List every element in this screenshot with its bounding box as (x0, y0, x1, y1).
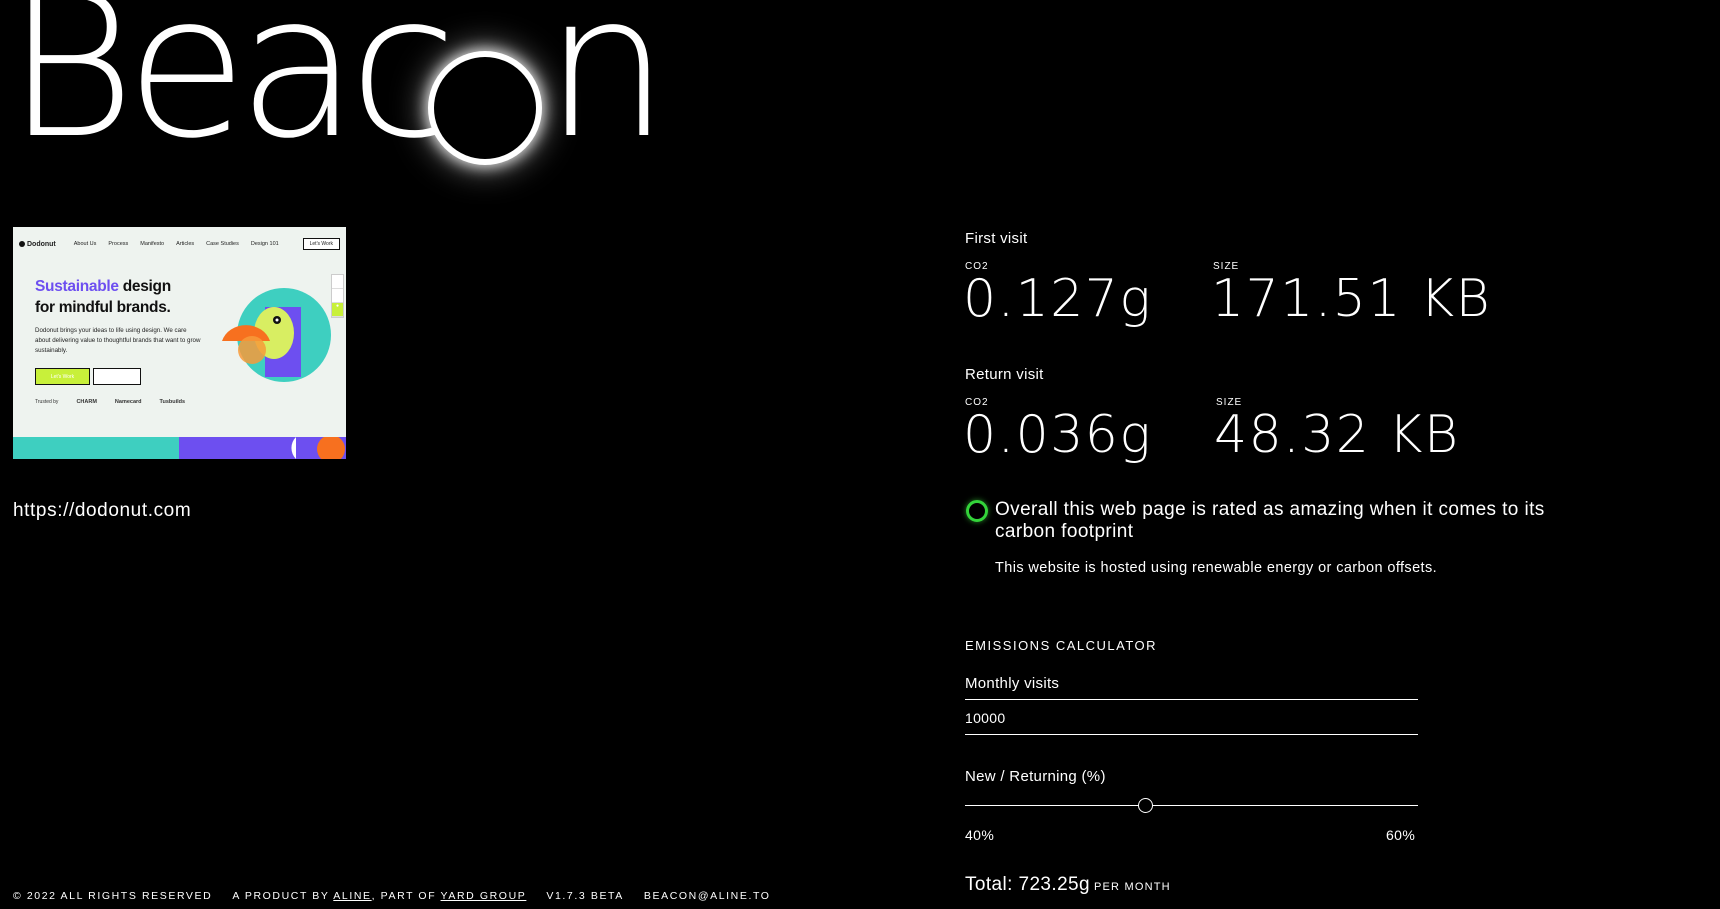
total-value: Total: 723.25g (965, 874, 1090, 895)
preview-paragraph: Dodonut brings your ideas to life using … (35, 327, 201, 354)
contact-email[interactable]: BEACON@ALINE.TO (644, 890, 771, 902)
returning-percent: 60% (1386, 827, 1416, 843)
monthly-visits-underline (965, 734, 1418, 735)
hosting-note: This website is hosted using renewable e… (995, 560, 1438, 576)
aline-link[interactable]: ALINE (333, 890, 371, 902)
preview-bottom-band (13, 437, 346, 459)
preview-headline-rest: design (118, 278, 171, 295)
first-visit-size-value: 171.51 KB (1211, 269, 1492, 329)
slider-handle[interactable] (1138, 798, 1154, 813)
preview-trusted-label: Trusted by (35, 399, 59, 405)
preview-nav-link: Design 101 (250, 241, 279, 247)
logo-text-beac: Beac (6, 0, 458, 182)
preview-toolbar-icon: ● (332, 303, 343, 317)
total-unit: PER MONTH (1093, 881, 1171, 893)
footer: © 2022 ALL RIGHTS RESERVED A PRODUCT BY … (13, 890, 771, 902)
preview-headline: Sustainable design for mindful brands. (35, 276, 171, 318)
rating-summary: Overall this web page is rated as amazin… (995, 499, 1545, 542)
yard-group-link[interactable]: YARD GROUP (441, 890, 527, 902)
analyzed-url[interactable]: https://dodonut.com (13, 500, 191, 522)
preview-client-logo: CHARM (76, 399, 97, 405)
new-returning-label: New / Returning (%) (965, 768, 1106, 785)
part-of-text: , PART OF (371, 890, 441, 902)
preview-toolbar-icon: ⚙ (332, 275, 343, 289)
version: V1.7.3 BETA (546, 890, 624, 902)
preview-trusted-row: Trusted by CHARM Namecard Tusbuilds (35, 399, 185, 405)
preview-nav-link: Articles (176, 241, 195, 247)
preview-secondary-button: Manifesto (93, 368, 141, 385)
new-percent: 40% (965, 827, 995, 843)
monthly-visits-label: Monthly visits (965, 675, 1060, 692)
preview-toolbar-icon: ↻ (332, 289, 343, 303)
beacon-logo[interactable]: Beac n (6, 0, 670, 182)
toucan-illustration (222, 288, 331, 382)
preview-nav-link: About Us (73, 241, 97, 247)
preview-headline-accent: Sustainable (35, 278, 119, 295)
glowing-o-icon (434, 57, 536, 159)
logo-text-n: n (544, 0, 670, 182)
preview-primary-button: Let's Work (35, 368, 90, 385)
product-credit: A PRODUCT BY ALINE, PART OF YARD GROUP (232, 890, 526, 902)
total-emissions: Total: 723.25g PER MONTH (965, 874, 1171, 896)
monthly-visits-input[interactable] (965, 710, 1418, 726)
new-returning-slider[interactable] (965, 805, 1418, 806)
rating-status-icon (966, 500, 988, 522)
preview-logo-text: Dodonut (27, 240, 56, 248)
preview-nav-links: About Us Process Manifesto Articles Case… (74, 241, 279, 247)
preview-client-logo: Namecard (114, 399, 142, 405)
preview-side-toolbar: ⚙ ↻ ● (331, 274, 344, 318)
divider (965, 699, 1418, 700)
first-visit-title: First visit (965, 230, 1028, 247)
dodonut-logo-icon (19, 241, 25, 247)
preview-nav-link: Process (108, 241, 129, 247)
preview-nav: Dodonut About Us Process Manifesto Artic… (13, 227, 346, 261)
preview-client-logo: Tusbuilds (159, 399, 186, 405)
preview-cta: Let's Work (302, 238, 340, 250)
website-preview-screenshot: Dodonut About Us Process Manifesto Artic… (13, 227, 346, 459)
product-prefix: A PRODUCT BY (232, 890, 334, 902)
preview-headline-line2: for mindful brands. (35, 299, 171, 316)
preview-nav-link: Manifesto (140, 241, 165, 247)
return-visit-title: Return visit (965, 366, 1044, 383)
return-visit-co2-value: 0.036g (963, 405, 1153, 465)
preview-logo: Dodonut (19, 241, 56, 248)
return-visit-size-value: 48.32 KB (1214, 405, 1460, 465)
preview-nav-link: Case Studies (206, 241, 239, 247)
copyright: © 2022 ALL RIGHTS RESERVED (13, 890, 213, 902)
emissions-calculator-title: EMISSIONS CALCULATOR (965, 638, 1158, 653)
first-visit-co2-value: 0.127g (963, 269, 1153, 329)
